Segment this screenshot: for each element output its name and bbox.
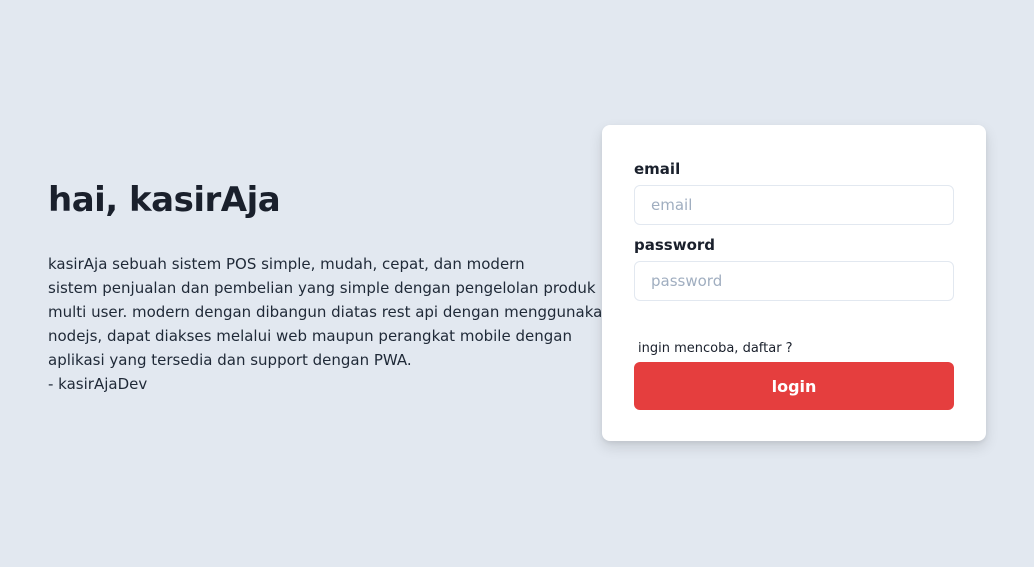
login-card: email password ingin mencoba, daftar ? l… — [602, 125, 986, 441]
hero-description-line: kasirAja sebuah sistem POS simple, mudah… — [48, 255, 525, 273]
hero-description: kasirAja sebuah sistem POS simple, mudah… — [48, 252, 612, 396]
hero-description-line: multi user. modern dengan dibangun diata… — [48, 303, 612, 321]
hero-section: hai, kasirAja kasirAja sebuah sistem POS… — [48, 178, 612, 396]
hero-description-line: aplikasi yang tersedia dan support denga… — [48, 351, 412, 369]
password-label: password — [634, 236, 716, 254]
hero-signature: - kasirAjaDev — [48, 375, 148, 393]
hero-description-line: nodejs, dapat diakses melalui web maupun… — [48, 327, 572, 345]
email-label: email — [634, 160, 681, 178]
signup-link[interactable]: ingin mencoba, daftar ? — [638, 341, 793, 356]
login-button[interactable]: login — [634, 362, 954, 410]
hero-description-line: sistem penjualan dan pembelian yang simp… — [48, 279, 596, 297]
email-input[interactable] — [634, 185, 954, 225]
page-title: hai, kasirAja — [48, 180, 281, 220]
password-input[interactable] — [634, 261, 954, 301]
